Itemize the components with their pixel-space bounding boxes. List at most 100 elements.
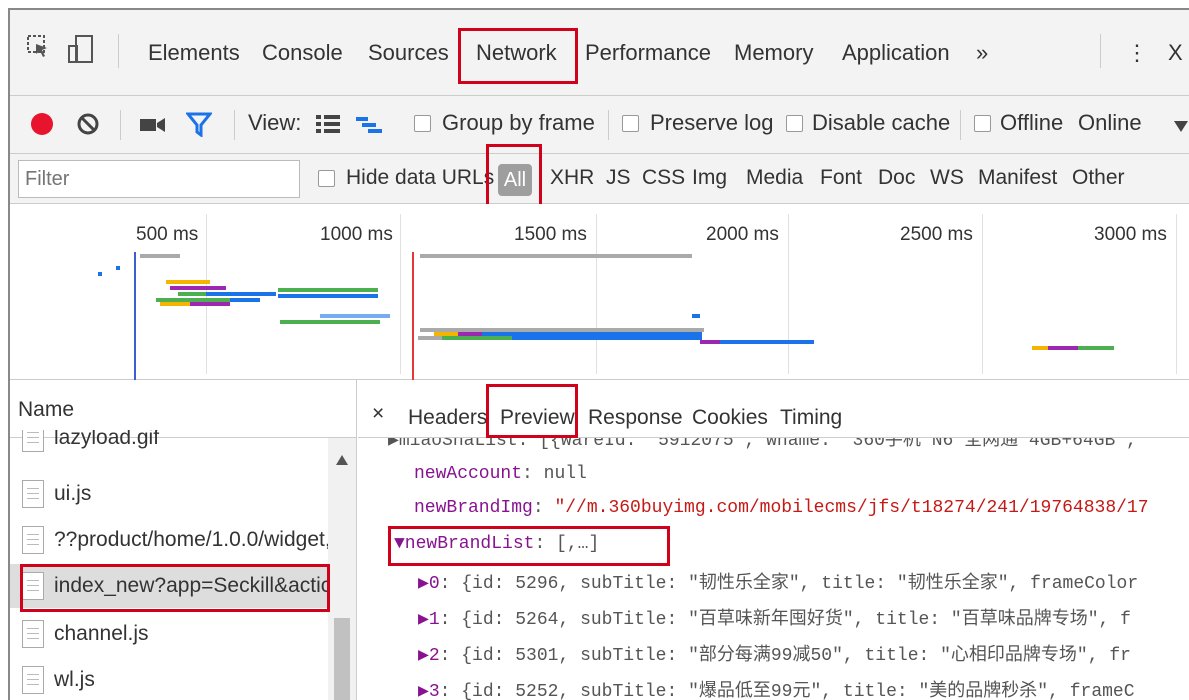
preview-tree-node[interactable]: ▶2: {id: 5301, subTitle: "部分每满99减50", ti…	[418, 640, 1131, 666]
list-item[interactable]: ??product/home/1.0.0/widget,	[10, 518, 340, 562]
separator	[608, 110, 609, 140]
waterfall-bar	[170, 286, 226, 290]
large-rows-icon[interactable]	[316, 114, 340, 139]
waterfall-bar	[512, 336, 702, 340]
tab-sources[interactable]: Sources	[368, 40, 449, 66]
tab-elements[interactable]: Elements	[148, 40, 240, 66]
preview-tree-node[interactable]: ▶1: {id: 5264, subTitle: "百草味新年囤好货", tit…	[418, 604, 1131, 630]
filter-type-img[interactable]: Img	[692, 166, 727, 190]
close-detail-button[interactable]: ×	[372, 402, 384, 426]
grid-line	[788, 214, 789, 374]
waterfall-bar	[1048, 346, 1078, 350]
filter-bar: Hide data URLs All XHR JS CSS Img Media …	[10, 144, 1189, 210]
view-label: View:	[248, 110, 302, 135]
waterfall-overview-icon[interactable]	[356, 116, 382, 139]
grid-line	[1176, 214, 1177, 374]
preview-line[interactable]: newAccount: null	[414, 464, 587, 484]
file-icon	[22, 666, 44, 694]
requests-panel: Name lazyload.gif ui.js ??product/home/1…	[10, 380, 1189, 700]
tab-network[interactable]: Network	[476, 40, 557, 66]
tab-application[interactable]: Application	[842, 40, 950, 66]
chevron-down-icon[interactable]	[1174, 120, 1188, 138]
disable-cache-label: Disable cache	[812, 110, 951, 135]
request-list-scrollbar[interactable]	[328, 438, 356, 700]
close-devtools-button[interactable]: X	[1168, 40, 1183, 66]
inspect-element-icon[interactable]	[26, 34, 50, 65]
tab-console[interactable]: Console	[262, 40, 343, 66]
waterfall-bar	[190, 302, 230, 306]
waterfall-bar	[420, 254, 692, 258]
filter-input[interactable]	[18, 160, 300, 198]
grid-line	[596, 214, 597, 374]
filter-type-media[interactable]: Media	[746, 166, 803, 190]
list-item[interactable]: channel.js	[10, 612, 340, 656]
preview-tree-node-expanded[interactable]: ▼newBrandList: [,…]	[394, 534, 599, 554]
waterfall-bar	[1032, 346, 1048, 350]
filter-type-doc[interactable]: Doc	[878, 166, 915, 190]
preserve-log-checkbox[interactable]	[622, 115, 639, 132]
tab-cookies[interactable]: Cookies	[692, 406, 768, 430]
filter-type-font[interactable]: Font	[820, 166, 862, 190]
waterfall-bar	[720, 340, 814, 344]
waterfall-bar	[278, 294, 378, 298]
filter-type-js[interactable]: JS	[606, 166, 631, 190]
file-icon	[22, 526, 44, 554]
offline-checkbox[interactable]	[974, 115, 991, 132]
video-camera-icon[interactable]	[140, 116, 166, 139]
filter-type-ws[interactable]: WS	[930, 166, 964, 190]
devtools-window: Elements Console Sources Network Perform…	[8, 8, 1189, 700]
preserve-log-label: Preserve log	[650, 110, 774, 135]
list-item[interactable]: lazyload.gif	[10, 430, 340, 460]
separator	[234, 110, 235, 140]
throttling-select[interactable]: Online	[1078, 110, 1142, 136]
separator	[1100, 34, 1101, 68]
settings-menu-icon[interactable]: ⋮	[1126, 40, 1148, 66]
tab-response[interactable]: Response	[588, 406, 683, 430]
clear-icon[interactable]	[76, 112, 100, 141]
list-item-selected[interactable]: index_new?app=Seckill&actic	[10, 564, 340, 608]
waterfall-bar	[418, 336, 442, 340]
scrollbar-thumb[interactable]	[334, 618, 350, 700]
grid-line	[982, 214, 983, 374]
scroll-up-arrow-icon[interactable]	[336, 452, 348, 470]
preview-tree-node[interactable]: ▶3: {id: 5252, subTitle: "爆品低至99元", titl…	[418, 676, 1135, 700]
preview-line[interactable]: newBrandImg: "//m.360buyimg.com/mobilecm…	[414, 498, 1149, 518]
waterfall-bar	[278, 288, 378, 292]
tab-headers[interactable]: Headers	[408, 406, 487, 430]
preview-line-cut: ▶miaoShaList: [{wareId: "5912075", wname…	[388, 438, 1137, 451]
waterfall-bar	[692, 314, 700, 318]
tick-label: 2500 ms	[900, 224, 973, 245]
request-list: Name lazyload.gif ui.js ??product/home/1…	[10, 380, 357, 700]
tick-label: 1500 ms	[514, 224, 587, 245]
tab-performance[interactable]: Performance	[585, 40, 711, 66]
disable-cache-checkbox[interactable]	[786, 115, 803, 132]
hide-data-urls-checkbox[interactable]	[318, 170, 335, 187]
device-toolbar-icon[interactable]	[66, 34, 96, 69]
list-item[interactable]: wl.js	[10, 658, 340, 700]
waterfall-bar	[1078, 346, 1114, 350]
tick-label: 2000 ms	[706, 224, 779, 245]
separator	[120, 110, 121, 140]
filter-type-other[interactable]: Other	[1072, 166, 1125, 190]
waterfall-bar	[98, 272, 102, 276]
more-tabs-button[interactable]: »	[976, 40, 988, 66]
filter-type-css[interactable]: CSS	[642, 166, 685, 190]
list-item[interactable]: ui.js	[10, 472, 340, 516]
record-button[interactable]	[30, 112, 54, 141]
tick-label: 1000 ms	[320, 224, 393, 245]
filter-type-xhr[interactable]: XHR	[550, 166, 594, 190]
tab-preview[interactable]: Preview	[500, 406, 575, 430]
group-by-frame-checkbox[interactable]	[414, 115, 431, 132]
tab-memory[interactable]: Memory	[734, 40, 813, 66]
waterfall-bar	[700, 340, 720, 344]
preview-tree-node[interactable]: ▶0: {id: 5296, subTitle: "韧性乐全家", title:…	[418, 568, 1138, 594]
filter-type-all[interactable]: All	[498, 164, 532, 196]
waterfall-bar	[442, 336, 512, 340]
filter-funnel-icon[interactable]	[184, 111, 214, 142]
separator	[960, 110, 961, 140]
waterfall-bar	[160, 302, 190, 306]
filter-type-manifest[interactable]: Manifest	[978, 166, 1057, 190]
tab-timing[interactable]: Timing	[780, 406, 842, 430]
detail-tabs: × Headers Preview Response Cookies Timin…	[358, 380, 1189, 438]
file-icon	[22, 620, 44, 648]
